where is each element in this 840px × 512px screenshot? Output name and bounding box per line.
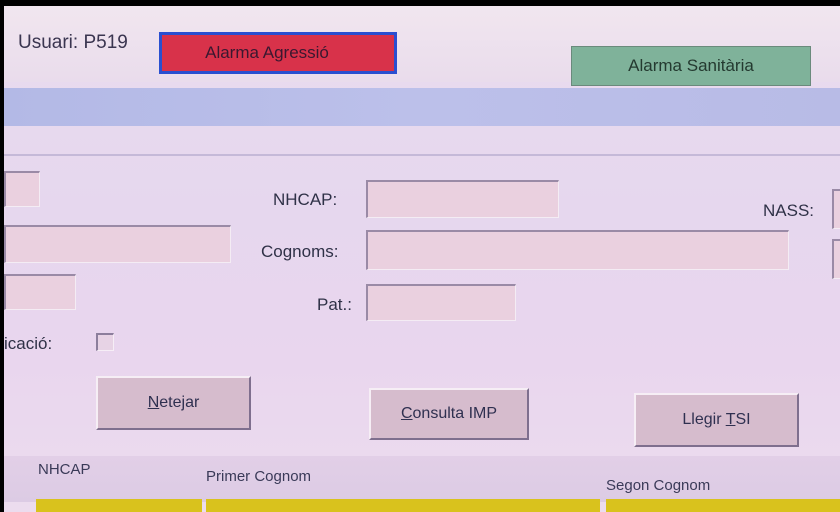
left-field-2[interactable] xyxy=(4,225,231,263)
read-tsi-label-pre: Llegir xyxy=(682,411,726,428)
table-row-cell[interactable] xyxy=(206,499,600,512)
verification-label: icació: xyxy=(4,334,53,353)
column-header-nhcap[interactable]: NHCAP xyxy=(38,461,91,478)
nass-field[interactable] xyxy=(832,189,840,229)
clear-label: etejar xyxy=(159,394,200,411)
title-band xyxy=(4,88,840,126)
cognoms-label: Cognoms: xyxy=(261,242,339,261)
pat-label: Pat.: xyxy=(317,295,352,314)
nass-label: NASS: xyxy=(763,201,815,220)
alarm-aggression-label: Alarma Agressió xyxy=(205,43,329,62)
read-tsi-label-post: SI xyxy=(735,411,751,428)
column-header-second-surname[interactable]: Segon Cognom xyxy=(606,477,710,494)
verification-checkbox[interactable] xyxy=(96,333,114,351)
alarm-health-button[interactable]: Alarma Sanitària xyxy=(571,46,811,86)
left-field-1[interactable] xyxy=(4,171,40,207)
right-field-2[interactable] xyxy=(832,239,840,279)
alarm-health-label: Alarma Sanitària xyxy=(628,56,754,75)
top-bar: Usuari: P519 Alarma Agressió Alarma Sani… xyxy=(4,6,840,86)
section-divider xyxy=(4,154,840,156)
app-window: Usuari: P519 Alarma Agressió Alarma Sani… xyxy=(4,6,840,512)
read-tsi-mnemonic: T xyxy=(725,411,736,428)
nhcap-label: NHCAP: xyxy=(273,190,338,209)
clear-mnemonic: N xyxy=(147,394,160,411)
alarm-aggression-button[interactable]: Alarma Agressió xyxy=(159,32,397,74)
consult-mnemonic: C xyxy=(400,405,413,422)
consult-label: onsulta IMP xyxy=(412,405,498,422)
clear-button[interactable]: Netejar xyxy=(96,376,251,430)
table-row-cell[interactable] xyxy=(606,499,840,512)
nhcap-field[interactable] xyxy=(366,180,559,218)
column-header-first-surname[interactable]: Primer Cognom xyxy=(206,468,311,485)
left-field-3[interactable] xyxy=(4,274,76,310)
read-tsi-button[interactable]: Llegir TSI xyxy=(634,393,799,447)
user-label: Usuari: P519 xyxy=(18,32,128,53)
table-header xyxy=(4,456,840,502)
consult-imp-button[interactable]: Consulta IMP xyxy=(369,388,529,440)
table-row-cell[interactable] xyxy=(36,499,202,512)
cognoms-field[interactable] xyxy=(366,230,789,270)
pat-field[interactable] xyxy=(366,284,516,321)
